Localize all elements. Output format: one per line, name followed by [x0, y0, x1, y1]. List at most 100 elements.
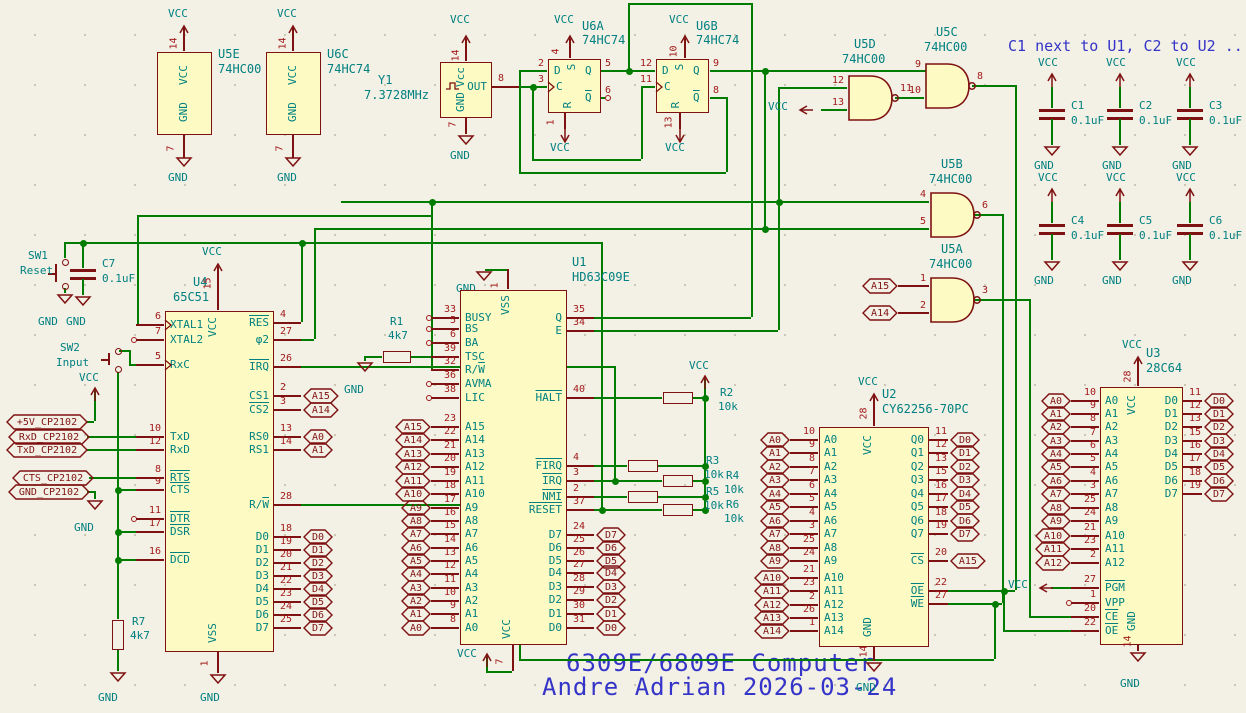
wire-segment — [657, 496, 704, 498]
vcc-symbol[interactable] — [699, 374, 711, 390]
vcc-symbol[interactable] — [1046, 72, 1058, 88]
gnd-symbol[interactable] — [285, 157, 301, 168]
pin-stub — [569, 39, 571, 58]
wire-segment — [614, 366, 616, 480]
vcc-symbol[interactable] — [1114, 187, 1126, 203]
pin-stub — [928, 533, 948, 535]
gnd-label: GND — [277, 172, 297, 184]
vcc-label: VCC — [1176, 172, 1196, 184]
capacitor-C2[interactable] — [1107, 109, 1133, 112]
gnd-symbol[interactable] — [210, 674, 226, 685]
resistor-R3[interactable] — [628, 460, 658, 472]
gnd-symbol[interactable] — [1112, 146, 1128, 157]
gnd-symbol[interactable] — [357, 362, 373, 373]
gnd-symbol[interactable] — [458, 135, 474, 146]
switch-SW2[interactable] — [115, 366, 122, 373]
vcc-label: VCC — [1008, 579, 1028, 591]
capacitor-C5[interactable] — [1107, 224, 1133, 227]
switch-SW1[interactable] — [62, 283, 69, 290]
pin-number: 5 — [129, 351, 161, 362]
clock-pin-icon — [656, 82, 663, 92]
gnd-symbol[interactable] — [476, 271, 492, 282]
capacitor-C4[interactable] — [1039, 224, 1065, 227]
resistor-R5[interactable] — [628, 491, 658, 503]
wire-segment — [137, 215, 139, 324]
resistor-ref: R3 — [706, 455, 719, 467]
gate-U5A[interactable] — [930, 277, 980, 323]
pin-name: A12 — [824, 599, 844, 611]
capacitor-C1[interactable] — [1039, 109, 1065, 112]
pin-stub — [873, 397, 875, 426]
gnd-symbol[interactable] — [57, 294, 73, 305]
vcc-symbol[interactable] — [800, 102, 812, 118]
pin-stub — [928, 603, 948, 605]
wire-segment — [1119, 234, 1121, 260]
capacitor-C3[interactable] — [1177, 109, 1203, 112]
vcc-symbol[interactable] — [1114, 72, 1126, 88]
pin-name: BS — [465, 323, 478, 335]
net-label-text: D1 — [950, 448, 980, 459]
pin-number: 7 — [495, 658, 506, 664]
resistor-R1[interactable] — [383, 351, 411, 363]
junction-dot — [762, 226, 769, 233]
junction-dot — [599, 507, 606, 514]
pin-number: 14 — [280, 436, 292, 447]
gnd-symbol[interactable] — [1044, 261, 1060, 272]
ff-qbar-label: Q — [585, 92, 592, 104]
pulse-icon — [446, 81, 460, 91]
pin-name: LIC — [465, 392, 485, 404]
pin-number: 38 — [424, 384, 456, 395]
net-label-text: A14 — [303, 405, 339, 416]
pin-name: R/W — [465, 364, 485, 376]
pin-number: 15 — [1189, 427, 1201, 438]
gnd-symbol[interactable] — [75, 296, 91, 307]
pin-name: A0 — [465, 622, 478, 634]
pin-number: 26 — [573, 547, 585, 558]
pin-name: RS0 — [194, 431, 269, 443]
pin-name: OE — [849, 585, 924, 597]
pin-stub — [273, 395, 301, 397]
gnd-symbol[interactable] — [87, 500, 103, 511]
gate-U5C[interactable] — [925, 63, 975, 109]
pin-number: 11 — [129, 505, 161, 516]
gnd-symbol[interactable] — [866, 662, 882, 673]
pin-name: RES — [194, 317, 269, 329]
vcc-symbol[interactable] — [481, 652, 493, 668]
pin-number: 13 — [1189, 413, 1201, 424]
resistor-R7[interactable] — [112, 620, 124, 650]
capacitor-C7[interactable] — [70, 269, 96, 272]
gnd-symbol[interactable] — [176, 157, 192, 168]
resistor-R2[interactable] — [663, 392, 693, 404]
vcc-symbol[interactable] — [1184, 72, 1196, 88]
pin-stub — [566, 330, 594, 332]
gnd-symbol[interactable] — [1182, 261, 1198, 272]
gnd-symbol[interactable] — [1130, 652, 1146, 663]
pin-name: D6 — [1103, 475, 1178, 487]
pin-number: 14 — [859, 645, 870, 657]
vcc-symbol[interactable] — [1184, 187, 1196, 203]
resistor-R6[interactable] — [663, 504, 693, 516]
vcc-symbol[interactable] — [1040, 580, 1052, 596]
pin-number: 23 — [280, 588, 292, 599]
vcc-symbol[interactable] — [1046, 187, 1058, 203]
switch-SW1[interactable] — [62, 259, 69, 266]
vcc-symbol[interactable] — [89, 386, 101, 402]
switch-SW2[interactable] — [115, 348, 122, 355]
gate-U5D[interactable] — [848, 75, 898, 121]
schematic-canvas[interactable]: C1 next to U1, C2 to U2 ... 6309E/6809E … — [0, 0, 1246, 713]
pin-number: 26 — [280, 353, 292, 364]
gnd-symbol[interactable] — [110, 672, 126, 683]
gnd-symbol[interactable] — [1044, 146, 1060, 157]
capacitor-C6[interactable] — [1177, 224, 1203, 227]
pin-number: 34 — [573, 317, 585, 328]
gate-ref: U5D — [854, 38, 876, 51]
gnd-symbol[interactable] — [1182, 146, 1198, 157]
pin-stub — [101, 359, 108, 361]
pin-number: 2 — [280, 382, 286, 393]
wire-segment — [1119, 202, 1121, 223]
vcc-label: VCC — [1106, 172, 1126, 184]
junction-dot — [702, 395, 709, 402]
gnd-symbol[interactable] — [1112, 261, 1128, 272]
resistor-R4[interactable] — [663, 475, 693, 487]
gate-U5B[interactable] — [930, 192, 980, 238]
